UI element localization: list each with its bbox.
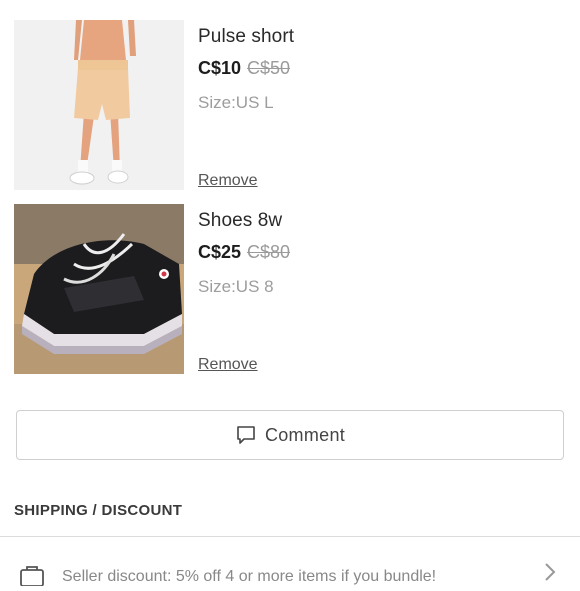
- cart-item: Pulse short C$10 C$50 Size:US L Remove: [14, 20, 580, 190]
- remove-link[interactable]: Remove: [198, 172, 258, 190]
- price-original: C$80: [247, 242, 291, 262]
- cart-item: Shoes 8w C$25 C$80 Size:US 8 Remove: [14, 204, 580, 374]
- price-current: C$25: [198, 242, 242, 262]
- product-image-shoes[interactable]: [14, 204, 184, 374]
- divider: [0, 536, 580, 537]
- item-price: C$25 C$80: [198, 242, 290, 263]
- speech-bubble-icon: [235, 424, 257, 446]
- shopping-bag-icon: [18, 564, 46, 587]
- item-title[interactable]: Pulse short: [198, 26, 294, 48]
- item-size: Size:US L: [198, 93, 274, 112]
- item-title[interactable]: Shoes 8w: [198, 210, 282, 232]
- chevron-right-icon: [542, 560, 558, 584]
- price-original: C$50: [247, 58, 291, 78]
- remove-link[interactable]: Remove: [198, 356, 258, 374]
- comment-button[interactable]: Comment: [16, 410, 564, 460]
- item-size: Size:US 8: [198, 277, 274, 296]
- item-details: Shoes 8w C$25 C$80 Size:US 8 Remove: [198, 204, 580, 374]
- discount-text: Seller discount: 5% off 4 or more items …: [62, 568, 437, 585]
- seller-discount-row[interactable]: Seller discount: 5% off 4 or more items …: [0, 538, 580, 587]
- comment-label: Comment: [264, 424, 346, 445]
- section-heading: SHIPPING / DISCOUNT: [14, 502, 183, 519]
- item-price: C$10 C$50: [198, 58, 290, 79]
- price-current: C$10: [198, 58, 242, 78]
- product-image-pulse-short[interactable]: [14, 20, 184, 190]
- item-details: Pulse short C$10 C$50 Size:US L Remove: [198, 20, 580, 190]
